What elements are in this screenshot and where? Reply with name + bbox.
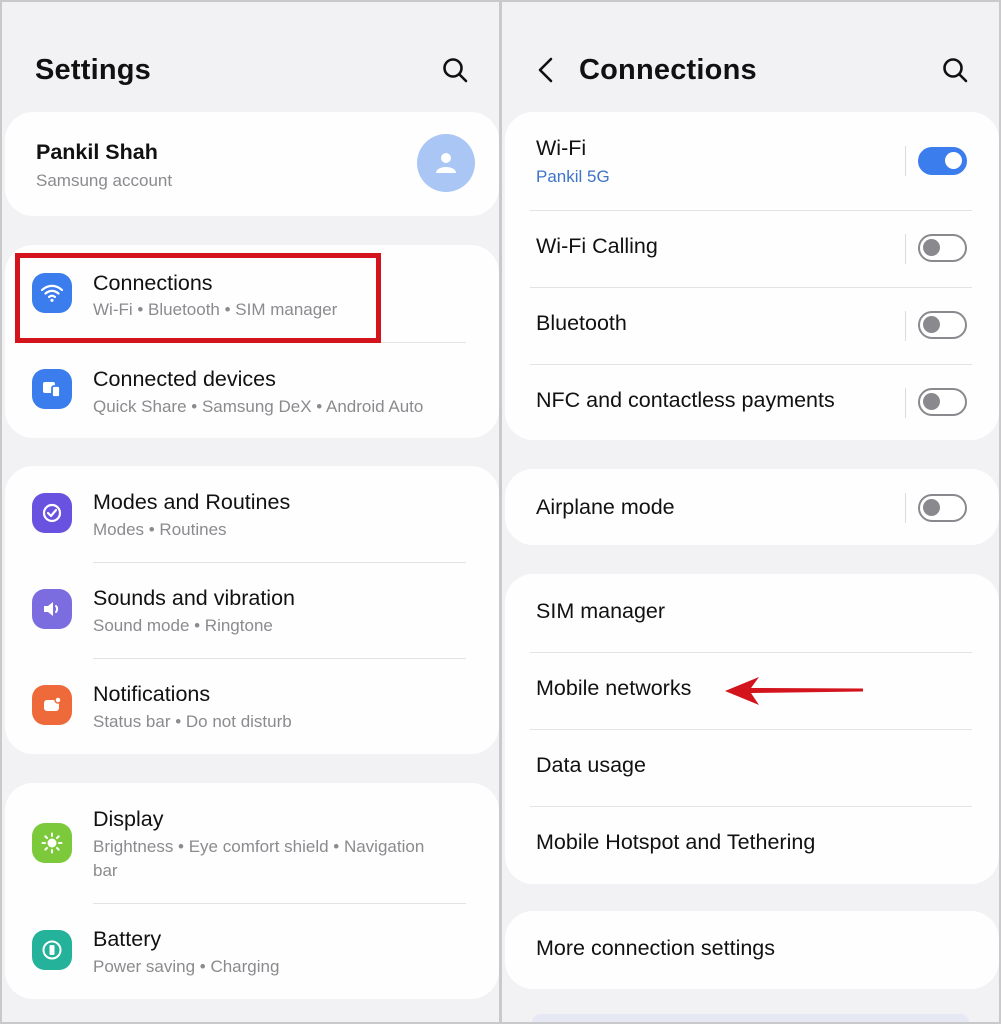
item-title: Modes and Routines: [93, 490, 291, 514]
item-title: Sounds and vibration: [93, 586, 296, 610]
settings-item-modes-routines[interactable]: Modes and Routines Modes • Routines: [5, 466, 499, 562]
wifi-calling-toggle[interactable]: [918, 234, 967, 262]
settings-group-modes: Modes and Routines Modes • Routines Soun…: [5, 466, 499, 754]
connections-group-wireless: Wi-Fi Pankil 5G Wi-Fi Calling Bluetooth …: [505, 112, 999, 440]
row-data-usage[interactable]: Data usage: [505, 729, 999, 806]
row-title: Bluetooth: [536, 311, 627, 335]
panel-divider: [499, 0, 502, 1024]
pointer-arrow-icon: [725, 677, 863, 705]
speaker-icon: [32, 589, 72, 629]
settings-item-connected-devices[interactable]: Connected devices Quick Share • Samsung …: [5, 342, 499, 438]
nfc-toggle[interactable]: [918, 388, 967, 416]
connections-panel: Connections Wi-Fi Pankil 5G Wi-Fi Callin…: [502, 2, 999, 1022]
row-title: Data usage: [536, 753, 646, 777]
item-title: Notifications: [93, 682, 211, 706]
row-mobile-hotspot[interactable]: Mobile Hotspot and Tethering: [505, 806, 999, 884]
item-subtitle: Brightness • Eye comfort shield • Naviga…: [93, 837, 425, 856]
brightness-icon: [32, 823, 72, 863]
item-subtitle: Modes • Routines: [93, 520, 227, 539]
connections-group-mobile: SIM manager Mobile networks Data usage M…: [505, 574, 999, 884]
item-title: Connected devices: [93, 367, 276, 391]
highlight-box: [15, 253, 381, 343]
row-sim-manager[interactable]: SIM manager: [505, 574, 999, 652]
airplane-mode-toggle[interactable]: [918, 494, 967, 522]
row-title: Mobile networks: [536, 676, 692, 700]
row-title: Wi-Fi Calling: [536, 234, 658, 258]
row-bluetooth[interactable]: Bluetooth: [505, 287, 999, 364]
account-card[interactable]: Pankil Shah Samsung account: [5, 112, 499, 216]
settings-panel: Settings Pankil Shah Samsung account Con…: [2, 2, 499, 1022]
connections-group-airplane: Airplane mode: [505, 469, 999, 545]
row-nfc[interactable]: NFC and contactless payments: [505, 364, 999, 440]
row-more-connection-settings[interactable]: More connection settings: [505, 911, 999, 989]
settings-group-display: Display Brightness • Eye comfort shield …: [5, 783, 499, 999]
settings-item-sounds[interactable]: Sounds and vibration Sound mode • Ringto…: [5, 562, 499, 658]
page-title: Settings: [35, 54, 151, 86]
search-icon[interactable]: [940, 55, 970, 85]
item-subtitle: Sound mode • Ringtone: [93, 616, 273, 635]
vertical-divider: [905, 311, 906, 341]
back-icon[interactable]: [532, 55, 562, 85]
row-airplane-mode[interactable]: Airplane mode: [505, 469, 999, 545]
item-title: Display: [93, 807, 164, 831]
row-title: Airplane mode: [536, 495, 675, 519]
wifi-network-name: Pankil 5G: [536, 167, 610, 186]
row-title: SIM manager: [536, 599, 666, 623]
row-title: NFC and contactless payments: [536, 388, 835, 412]
modes-routines-icon: [32, 493, 72, 533]
wifi-toggle[interactable]: [918, 147, 967, 175]
notifications-icon: [32, 685, 72, 725]
battery-icon: [32, 930, 72, 970]
item-subtitle-continued: bar: [93, 861, 118, 880]
item-title: Battery: [93, 927, 162, 951]
settings-item-display[interactable]: Display Brightness • Eye comfort shield …: [5, 783, 499, 903]
row-wifi-calling[interactable]: Wi-Fi Calling: [505, 210, 999, 287]
settings-item-battery[interactable]: Battery Power saving • Charging: [5, 903, 499, 999]
connected-devices-icon: [32, 369, 72, 409]
person-icon: [436, 153, 456, 173]
account-name: Pankil Shah: [36, 140, 158, 164]
connections-group-more: More connection settings: [505, 911, 999, 989]
item-subtitle: Status bar • Do not disturb: [93, 712, 292, 731]
row-title: Wi-Fi: [536, 136, 587, 160]
vertical-divider: [905, 493, 906, 523]
search-icon[interactable]: [440, 55, 470, 85]
row-wifi[interactable]: Wi-Fi Pankil 5G: [505, 112, 999, 210]
account-subtitle: Samsung account: [36, 171, 173, 190]
vertical-divider: [905, 388, 906, 418]
avatar[interactable]: [417, 134, 475, 192]
partial-card: [532, 1014, 969, 1022]
row-title: Mobile Hotspot and Tethering: [536, 830, 816, 854]
row-title: More connection settings: [536, 936, 776, 960]
bluetooth-toggle[interactable]: [918, 311, 967, 339]
vertical-divider: [905, 146, 906, 176]
page-title: Connections: [579, 54, 757, 86]
row-mobile-networks[interactable]: Mobile networks: [505, 652, 999, 729]
item-subtitle: Power saving • Charging: [93, 957, 280, 976]
item-subtitle: Quick Share • Samsung DeX • Android Auto: [93, 397, 424, 416]
vertical-divider: [905, 234, 906, 264]
settings-item-notifications[interactable]: Notifications Status bar • Do not distur…: [5, 658, 499, 754]
